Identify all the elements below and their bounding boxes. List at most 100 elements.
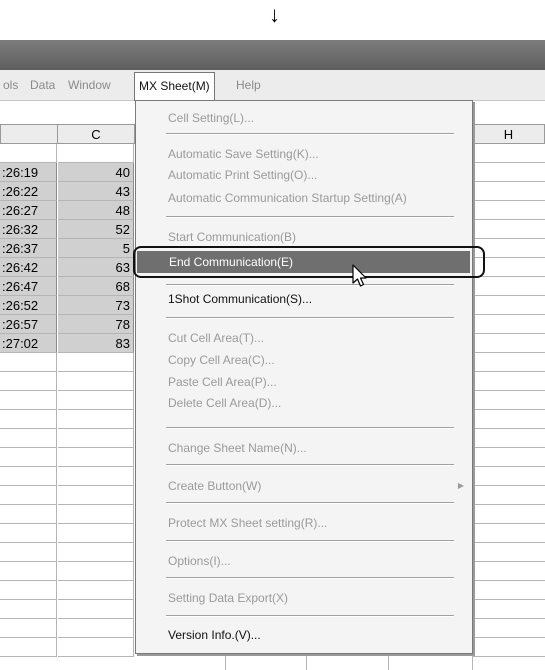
grid-line xyxy=(388,652,389,670)
table-cell[interactable] xyxy=(0,467,57,486)
table-cell[interactable] xyxy=(0,638,57,657)
table-cell[interactable] xyxy=(58,619,134,638)
menu-window[interactable]: Window xyxy=(68,70,111,100)
grid-line xyxy=(472,485,545,486)
menu-separator xyxy=(166,317,454,319)
table-cell[interactable]: 40 xyxy=(58,163,134,182)
menu-item-automatic-save-setting[interactable]: Automatic Save Setting(K)... xyxy=(136,143,472,165)
table-cell[interactable] xyxy=(58,353,134,372)
table-cell[interactable]: 43 xyxy=(58,182,134,201)
menu-item-automatic-communication-startup-setting[interactable]: Automatic Communication Startup Setting(… xyxy=(136,187,472,209)
table-cell[interactable] xyxy=(0,429,57,448)
table-cell[interactable]: 78 xyxy=(58,315,134,334)
grid-line xyxy=(472,580,545,581)
menu-item-cell-setting[interactable]: Cell Setting(L)... xyxy=(136,107,472,129)
column-header-h[interactable]: H xyxy=(472,124,545,144)
table-cell[interactable]: 83 xyxy=(58,334,134,353)
menu-help[interactable]: Help xyxy=(236,70,261,100)
menu-item-copy-cell-area[interactable]: Copy Cell Area(C)... xyxy=(136,349,472,371)
grid-line xyxy=(472,409,545,410)
table-cell[interactable] xyxy=(0,486,57,505)
menu-item-create-button[interactable]: Create Button(W) ▶ xyxy=(136,475,472,497)
table-cell[interactable]: 68 xyxy=(58,277,134,296)
menu-separator xyxy=(166,216,454,218)
menu-separator xyxy=(166,615,454,617)
menu-item-options[interactable]: Options(I)... xyxy=(136,550,472,572)
table-cell[interactable] xyxy=(0,581,57,600)
table-cell[interactable] xyxy=(58,410,134,429)
grid-line xyxy=(472,466,545,467)
grid-line xyxy=(472,618,545,619)
grid-line xyxy=(472,390,545,391)
table-cell[interactable] xyxy=(58,467,134,486)
table-cell[interactable]: 63 xyxy=(58,258,134,277)
table-cell[interactable] xyxy=(0,372,57,391)
table-cell[interactable] xyxy=(58,391,134,410)
table-cell[interactable] xyxy=(0,505,57,524)
menu-item-1shot-communication[interactable]: 1Shot Communication(S)... xyxy=(136,288,472,310)
table-cell[interactable]: :26:52 xyxy=(0,296,57,315)
table-cell[interactable] xyxy=(58,429,134,448)
menubar: ols Data Window MX Sheet(M) Help xyxy=(0,70,545,101)
menu-item-version-info[interactable]: Version Info.(V)... xyxy=(136,624,472,646)
grid-line xyxy=(472,314,545,315)
grid-line xyxy=(472,162,545,163)
table-cell[interactable] xyxy=(58,505,134,524)
table-cell[interactable]: 5 xyxy=(58,239,134,258)
table-cell[interactable] xyxy=(0,353,57,372)
table-cell[interactable] xyxy=(58,581,134,600)
menu-item-cut-cell-area[interactable]: Cut Cell Area(T)... xyxy=(136,327,472,349)
table-cell[interactable] xyxy=(58,372,134,391)
menu-item-change-sheet-name[interactable]: Change Sheet Name(N)... xyxy=(136,437,472,459)
menu-item-delete-cell-area[interactable]: Delete Cell Area(D)... xyxy=(136,392,472,414)
table-cell[interactable]: 52 xyxy=(58,220,134,239)
table-cell[interactable] xyxy=(58,543,134,562)
table-cell[interactable] xyxy=(0,600,57,619)
menu-item-automatic-print-setting[interactable]: Automatic Print Setting(O)... xyxy=(136,164,472,186)
grid-line xyxy=(472,561,545,562)
menu-mx-sheet[interactable]: MX Sheet(M) xyxy=(134,72,215,101)
table-cell[interactable] xyxy=(0,562,57,581)
menu-separator xyxy=(166,540,454,542)
table-cell[interactable] xyxy=(0,144,57,163)
table-cell[interactable] xyxy=(0,410,57,429)
grid-line xyxy=(472,504,545,505)
table-cell[interactable]: 73 xyxy=(58,296,134,315)
table-cell[interactable]: :27:02 xyxy=(0,334,57,353)
menu-item-setting-data-export[interactable]: Setting Data Export(X) xyxy=(136,587,472,609)
menu-item-protect-mx-sheet-setting[interactable]: Protect MX Sheet setting(R)... xyxy=(136,512,472,534)
mx-sheet-dropdown-menu: Cell Setting(L)... Automatic Save Settin… xyxy=(135,100,473,654)
table-cell[interactable] xyxy=(58,524,134,543)
table-cell[interactable]: :26:22 xyxy=(0,182,57,201)
table-cell[interactable] xyxy=(58,600,134,619)
menu-data[interactable]: Data xyxy=(30,70,55,100)
table-cell[interactable] xyxy=(0,524,57,543)
table-cell[interactable]: :26:32 xyxy=(0,220,57,239)
table-cell[interactable] xyxy=(0,391,57,410)
table-cell[interactable]: :26:19 xyxy=(0,163,57,182)
table-cell[interactable] xyxy=(58,144,134,163)
menu-tools[interactable]: ols xyxy=(3,70,18,100)
table-cell[interactable]: 48 xyxy=(58,201,134,220)
table-cell[interactable] xyxy=(58,448,134,467)
table-cell[interactable]: :26:47 xyxy=(0,277,57,296)
table-cell[interactable] xyxy=(58,486,134,505)
menu-separator xyxy=(166,284,454,286)
table-cell[interactable]: :26:37 xyxy=(0,239,57,258)
menu-item-paste-cell-area[interactable]: Paste Cell Area(P)... xyxy=(136,371,472,393)
column-header-b[interactable] xyxy=(0,124,58,144)
table-cell[interactable] xyxy=(58,638,134,657)
grid-line xyxy=(472,276,545,277)
table-cell[interactable]: :26:27 xyxy=(0,201,57,220)
table-cell[interactable] xyxy=(0,619,57,638)
table-cell[interactable] xyxy=(0,543,57,562)
menu-item-start-communication[interactable]: Start Communication(B) xyxy=(136,226,472,248)
column-header-c[interactable]: C xyxy=(57,124,135,144)
table-cell[interactable] xyxy=(0,448,57,467)
grid-line xyxy=(472,219,545,220)
table-cell[interactable] xyxy=(58,562,134,581)
grid-line xyxy=(225,652,226,670)
table-cell[interactable]: :26:57 xyxy=(0,315,57,334)
grid-line xyxy=(472,523,545,524)
table-cell[interactable]: :26:42 xyxy=(0,258,57,277)
